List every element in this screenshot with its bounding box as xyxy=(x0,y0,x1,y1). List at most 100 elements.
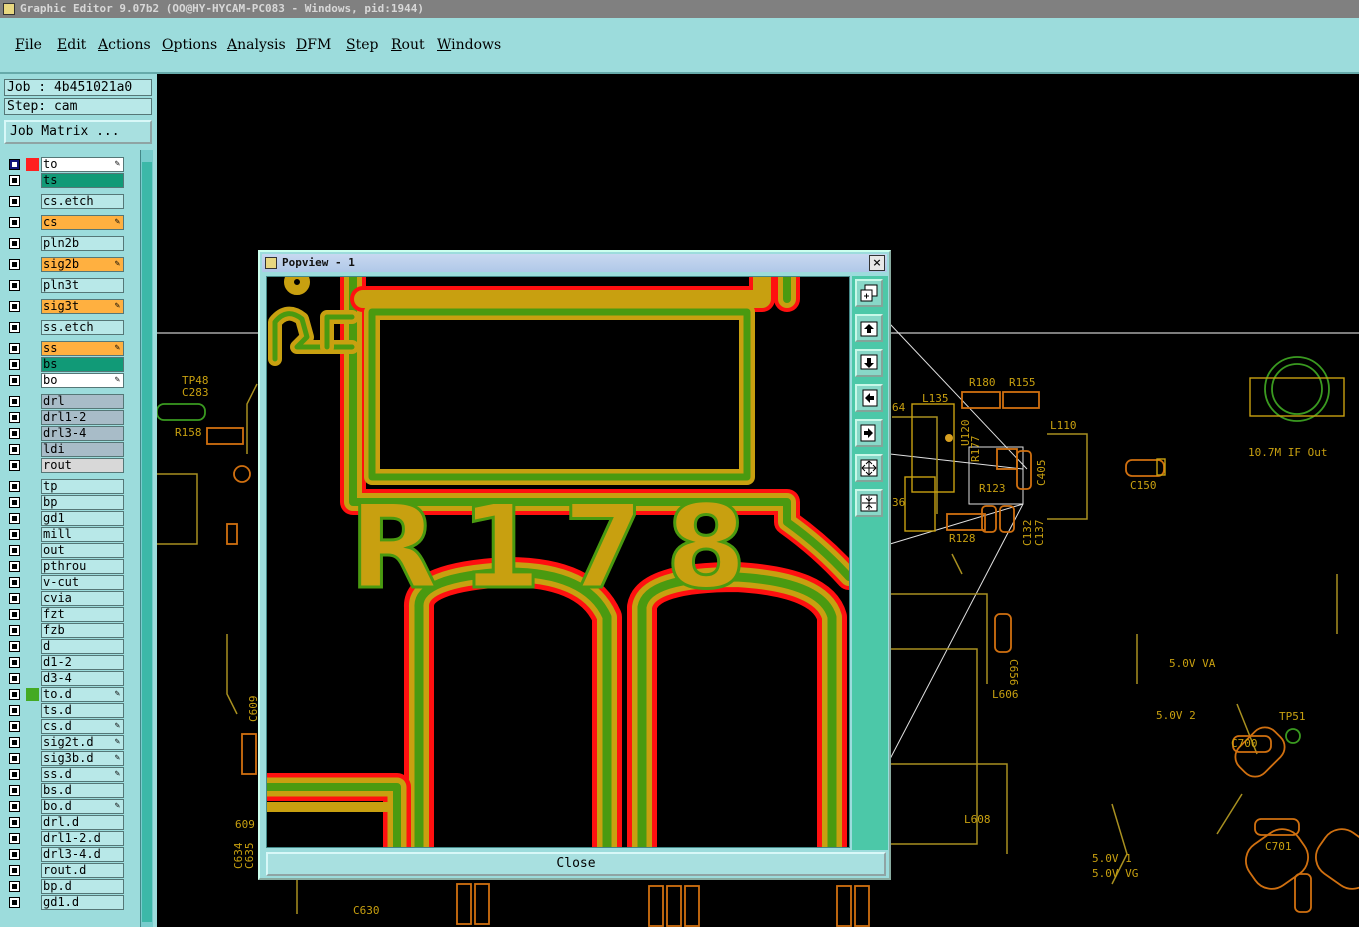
layer-row[interactable]: drl1-2.d xyxy=(6,831,124,846)
layer-row[interactable]: drl1-2 xyxy=(6,410,124,425)
layer-checkbox[interactable] xyxy=(9,817,20,828)
layer-row[interactable]: fzt xyxy=(6,607,124,622)
layer-name[interactable]: bo ✎ xyxy=(41,373,124,388)
layer-row[interactable]: bp xyxy=(6,495,124,510)
layer-checkbox[interactable] xyxy=(9,343,20,354)
layer-name[interactable]: ts.d xyxy=(41,703,124,718)
layer-checkbox[interactable] xyxy=(9,444,20,455)
menu-windows[interactable]: Windows xyxy=(437,37,501,53)
layer-row[interactable]: sig2b ✎ xyxy=(6,257,124,272)
scroll-thumb[interactable] xyxy=(142,162,152,922)
layer-checkbox[interactable] xyxy=(9,641,20,652)
layer-checkbox[interactable] xyxy=(9,259,20,270)
layer-checkbox[interactable] xyxy=(9,657,20,668)
layer-row[interactable]: mill xyxy=(6,527,124,542)
layer-row[interactable]: drl.d xyxy=(6,815,124,830)
layer-checkbox[interactable] xyxy=(9,593,20,604)
layer-row[interactable]: to ✎ xyxy=(6,157,124,172)
layer-row[interactable]: pthrou xyxy=(6,559,124,574)
layer-name[interactable]: v-cut xyxy=(41,575,124,590)
layer-name[interactable]: fzt xyxy=(41,607,124,622)
layer-row[interactable]: ts xyxy=(6,173,124,188)
layer-name[interactable]: tp xyxy=(41,479,124,494)
layer-name[interactable]: drl xyxy=(41,394,124,409)
layer-color-swatch[interactable] xyxy=(26,158,39,171)
layer-name[interactable]: drl1-2 xyxy=(41,410,124,425)
layer-row[interactable]: bs xyxy=(6,357,124,372)
zoom-out-button[interactable] xyxy=(855,489,883,517)
layer-checkbox[interactable] xyxy=(9,801,20,812)
layer-name[interactable]: d xyxy=(41,639,124,654)
layer-name[interactable]: fzb xyxy=(41,623,124,638)
layer-name[interactable]: drl.d xyxy=(41,815,124,830)
layer-checkbox[interactable] xyxy=(9,396,20,407)
layer-name[interactable]: bp xyxy=(41,495,124,510)
layer-name[interactable]: to ✎ xyxy=(41,157,124,172)
layer-row[interactable]: d3-4 xyxy=(6,671,124,686)
layer-checkbox[interactable] xyxy=(9,196,20,207)
layer-row[interactable]: bp.d xyxy=(6,879,124,894)
zoom-in-button[interactable] xyxy=(855,454,883,482)
layer-checkbox[interactable] xyxy=(9,359,20,370)
layer-name[interactable]: bs xyxy=(41,357,124,372)
layer-name[interactable]: rout xyxy=(41,458,124,473)
layer-row[interactable]: sig3b.d ✎ xyxy=(6,751,124,766)
layer-name[interactable]: ss ✎ xyxy=(41,341,124,356)
layer-name[interactable]: sig3b.d ✎ xyxy=(41,751,124,766)
layer-row[interactable]: ss.etch xyxy=(6,320,124,335)
layer-row[interactable]: drl3-4 xyxy=(6,426,124,441)
layer-checkbox[interactable] xyxy=(9,412,20,423)
layer-checkbox[interactable] xyxy=(9,769,20,780)
layer-name[interactable]: drl1-2.d xyxy=(41,831,124,846)
layer-scrollbar[interactable] xyxy=(140,150,153,927)
layer-checkbox[interactable] xyxy=(9,322,20,333)
layer-name[interactable]: drl3-4.d xyxy=(41,847,124,862)
zoom-fit-button[interactable] xyxy=(855,279,883,307)
layer-checkbox[interactable] xyxy=(9,577,20,588)
layer-checkbox[interactable] xyxy=(9,375,20,386)
layer-row[interactable]: bs.d xyxy=(6,783,124,798)
menu-rout[interactable]: Rout xyxy=(391,37,425,53)
layer-checkbox[interactable] xyxy=(9,481,20,492)
layer-checkbox[interactable] xyxy=(9,428,20,439)
layer-row[interactable]: rout.d xyxy=(6,863,124,878)
layer-row[interactable]: ss.d ✎ xyxy=(6,767,124,782)
layer-row[interactable]: tp xyxy=(6,479,124,494)
layer-name[interactable]: cvia xyxy=(41,591,124,606)
layer-checkbox[interactable] xyxy=(9,721,20,732)
layer-checkbox[interactable] xyxy=(9,159,20,170)
popview-close-button[interactable]: Close xyxy=(266,852,886,876)
layer-name[interactable]: sig2b ✎ xyxy=(41,257,124,272)
layer-name[interactable]: pthrou xyxy=(41,559,124,574)
layer-checkbox[interactable] xyxy=(9,529,20,540)
layer-name[interactable]: pln2b xyxy=(41,236,124,251)
layer-checkbox[interactable] xyxy=(9,753,20,764)
layer-name[interactable]: cs ✎ xyxy=(41,215,124,230)
layer-row[interactable]: drl xyxy=(6,394,124,409)
layer-row[interactable]: d xyxy=(6,639,124,654)
layer-row[interactable]: drl3-4.d xyxy=(6,847,124,862)
layer-row[interactable]: sig2t.d ✎ xyxy=(6,735,124,750)
layer-row[interactable]: d1-2 xyxy=(6,655,124,670)
pan-right-button[interactable] xyxy=(855,419,883,447)
layer-checkbox[interactable] xyxy=(9,833,20,844)
pan-left-button[interactable] xyxy=(855,384,883,412)
layer-name[interactable]: cs.etch xyxy=(41,194,124,209)
layer-name[interactable]: ss.etch xyxy=(41,320,124,335)
layer-checkbox[interactable] xyxy=(9,897,20,908)
layer-name[interactable]: pln3t xyxy=(41,278,124,293)
layer-name[interactable]: out xyxy=(41,543,124,558)
layer-name[interactable]: ts xyxy=(41,173,124,188)
layer-color-swatch[interactable] xyxy=(26,688,39,701)
menu-edit[interactable]: Edit xyxy=(57,37,86,53)
layer-name[interactable]: drl3-4 xyxy=(41,426,124,441)
layer-checkbox[interactable] xyxy=(9,545,20,556)
layer-name[interactable]: rout.d xyxy=(41,863,124,878)
menu-options[interactable]: Options xyxy=(162,37,217,53)
menu-dfm[interactable]: DFM xyxy=(296,37,331,53)
layer-row[interactable]: rout xyxy=(6,458,124,473)
layer-checkbox[interactable] xyxy=(9,673,20,684)
pan-up-button[interactable] xyxy=(855,314,883,342)
layer-row[interactable]: to.d ✎ xyxy=(6,687,124,702)
layer-checkbox[interactable] xyxy=(9,737,20,748)
